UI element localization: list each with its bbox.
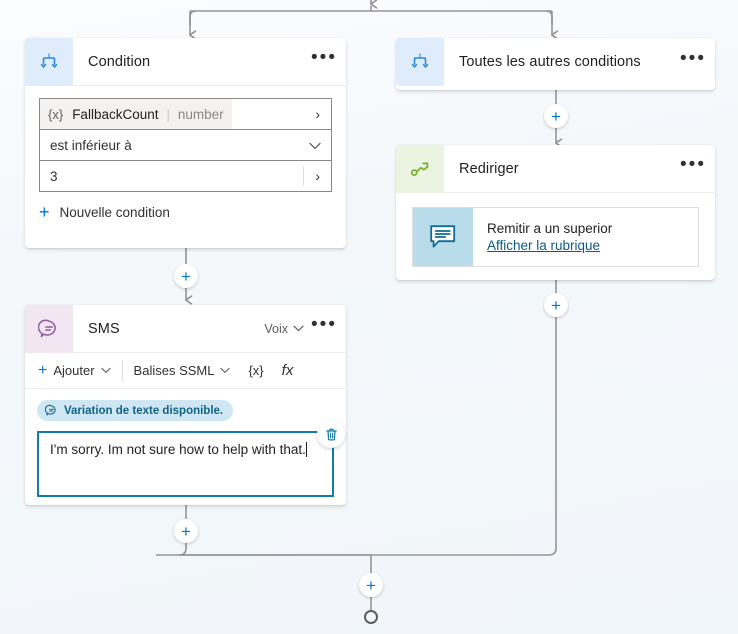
plus-icon: + xyxy=(181,521,191,541)
sms-delete-button[interactable] xyxy=(317,420,345,448)
branch-condition-icon xyxy=(396,38,444,86)
chevron-right-icon[interactable]: › xyxy=(304,106,331,122)
condition-card-body: {x} FallbackCount | number › est inférie… xyxy=(25,86,346,235)
sms-header: SMS Voix ••• xyxy=(25,304,346,353)
condition-card-title: Condition xyxy=(88,53,151,70)
redirect-topic-text: Remitir a un superior Afficher la rubriq… xyxy=(473,208,612,266)
rediriger-header: Rediriger ••• xyxy=(396,144,715,193)
sms-title: SMS xyxy=(88,320,120,337)
message-bubble-icon xyxy=(25,304,73,353)
sms-variable-label: {x} xyxy=(248,363,264,378)
add-node-below-sms[interactable]: + xyxy=(174,519,198,543)
sms-channel-dropdown[interactable]: Voix xyxy=(264,322,304,336)
sms-ssml-label: Balises SSML xyxy=(133,363,215,378)
variable-separator: | xyxy=(166,106,170,122)
card-condition[interactable]: Condition ••• {x} FallbackCount | number… xyxy=(25,37,346,248)
condition-more-label: ••• xyxy=(311,47,337,68)
sms-ssml-button[interactable]: Balises SSML xyxy=(125,357,240,385)
flow-end-node xyxy=(364,610,378,624)
all-other-conditions-more-label: ••• xyxy=(680,47,706,69)
chevron-down-icon xyxy=(100,367,111,373)
add-node-below-all-other-conditions[interactable]: + xyxy=(544,104,568,128)
plus-icon: + xyxy=(38,361,48,379)
sms-message-input[interactable]: I'm sorry. Im not sure how to help with … xyxy=(37,420,345,497)
new-condition-label: Nouvelle condition xyxy=(59,204,170,220)
variable-token-chip: {x} FallbackCount | number xyxy=(40,99,232,129)
condition-value-row[interactable]: 3 › xyxy=(39,160,332,192)
branch-condition-icon xyxy=(25,37,73,86)
condition-variable-row[interactable]: {x} FallbackCount | number › xyxy=(39,98,332,130)
add-node-below-condition[interactable]: + xyxy=(174,264,198,288)
text-variation-label: Variation de texte disponible. xyxy=(64,404,224,417)
trash-icon xyxy=(325,428,337,440)
rediriger-more-button[interactable]: ••• xyxy=(677,153,709,185)
redirect-arrow-icon xyxy=(396,144,444,193)
variable-type: number xyxy=(177,106,224,122)
plus-icon: + xyxy=(39,202,50,222)
condition-operator-value: est inférieur à xyxy=(50,137,132,153)
redirect-topic-tile[interactable]: Remitir a un superior Afficher la rubriq… xyxy=(412,207,699,267)
add-node-at-flow-end[interactable]: + xyxy=(359,573,383,597)
rediriger-more-label: ••• xyxy=(680,154,706,175)
text-variation-badge[interactable]: Variation de texte disponible. xyxy=(37,400,234,421)
chevron-right-icon[interactable]: › xyxy=(303,166,331,186)
sms-add-label: Ajouter xyxy=(53,363,95,378)
plus-icon: + xyxy=(551,106,561,126)
sms-add-button[interactable]: + Ajouter xyxy=(29,357,120,385)
add-node-below-rediriger[interactable]: + xyxy=(544,293,568,317)
sms-insert-variable-button[interactable]: {x} xyxy=(239,357,272,385)
sms-formula-button[interactable]: fx xyxy=(273,357,303,385)
text-caret xyxy=(305,442,307,457)
condition-card-header: Condition ••• xyxy=(25,37,346,86)
card-rediriger[interactable]: Rediriger ••• Remitir a un superior Affi… xyxy=(396,144,715,283)
all-other-conditions-more-button[interactable]: ••• xyxy=(677,46,709,78)
chevron-down-icon xyxy=(220,367,231,373)
topic-card-icon xyxy=(413,208,473,266)
view-topic-link[interactable]: Afficher la rubrique xyxy=(487,238,612,253)
plus-icon: + xyxy=(366,575,376,595)
sms-body: Variation de texte disponible. I'm sorry… xyxy=(25,389,346,511)
card-sms[interactable]: SMS Voix ••• + Ajouter Balises SSML {x} … xyxy=(25,304,346,505)
redirect-topic-title: Remitir a un superior xyxy=(487,221,613,236)
all-other-conditions-title: Toutes les autres conditions xyxy=(459,54,641,70)
variable-name: FallbackCount xyxy=(72,106,159,122)
plus-icon: + xyxy=(551,295,561,315)
all-other-conditions-header: Toutes les autres conditions ••• xyxy=(396,38,715,86)
condition-value: 3 xyxy=(50,168,58,184)
sms-more-label: ••• xyxy=(311,314,337,335)
message-bubble-icon xyxy=(45,404,56,416)
toolbar-divider xyxy=(121,359,123,382)
chevron-down-icon[interactable] xyxy=(299,138,331,153)
sms-formula-label: fx xyxy=(281,362,294,379)
sms-more-button[interactable]: ••• xyxy=(308,313,340,345)
rediriger-title: Rediriger xyxy=(459,160,519,177)
sms-channel-label: Voix xyxy=(264,321,288,336)
flow-canvas: Condition ••• {x} FallbackCount | number… xyxy=(0,0,738,634)
card-all-other-conditions[interactable]: Toutes les autres conditions ••• xyxy=(396,38,715,90)
condition-more-button[interactable]: ••• xyxy=(308,46,340,78)
sms-toolbar: + Ajouter Balises SSML {x} fx xyxy=(25,353,346,389)
plus-icon: + xyxy=(181,266,191,286)
new-condition-button[interactable]: + Nouvelle condition xyxy=(39,203,332,221)
sms-message-text: I'm sorry. Im not sure how to help with … xyxy=(50,442,306,457)
condition-operator-row[interactable]: est inférieur à xyxy=(39,129,332,161)
variable-token-prefix: {x} xyxy=(48,106,64,122)
rediriger-body: Remitir a un superior Afficher la rubriq… xyxy=(396,193,715,283)
chevron-down-icon xyxy=(293,325,304,332)
